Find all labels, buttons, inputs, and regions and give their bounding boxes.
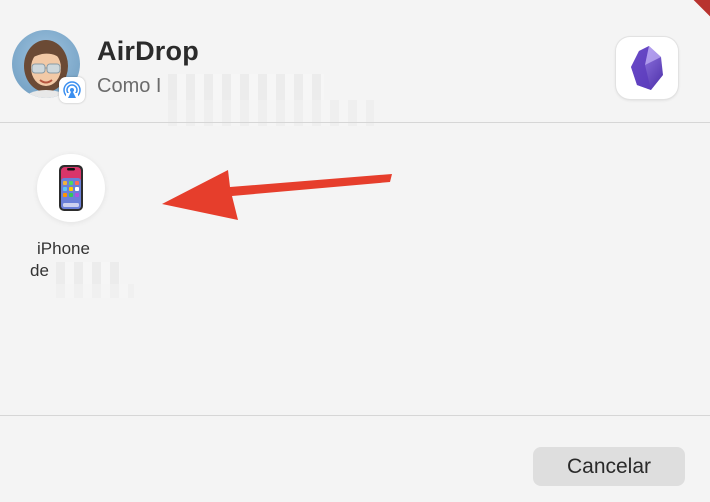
airdrop-share-sheet: AirDrop Como I iPhone de Cancelar bbox=[0, 0, 710, 502]
airdrop-icon bbox=[59, 77, 85, 103]
sheet-title: AirDrop bbox=[97, 36, 199, 66]
device-iphone[interactable] bbox=[37, 154, 105, 222]
sheet-subtitle: Como I bbox=[97, 75, 162, 97]
header-divider bbox=[0, 122, 710, 123]
iphone-icon bbox=[59, 165, 83, 211]
device-name-line1: iPhone bbox=[37, 239, 90, 258]
window-corner-accent bbox=[692, 0, 710, 18]
redacted-device-owner bbox=[56, 262, 120, 284]
obsidian-app-icon[interactable] bbox=[616, 37, 678, 99]
cancel-button[interactable]: Cancelar bbox=[533, 447, 685, 486]
footer-divider bbox=[0, 415, 710, 416]
device-name-line2: de bbox=[30, 261, 49, 280]
redacted-name bbox=[168, 74, 324, 100]
redacted-device-owner-overlay bbox=[56, 284, 134, 298]
annotation-arrow bbox=[162, 170, 392, 220]
